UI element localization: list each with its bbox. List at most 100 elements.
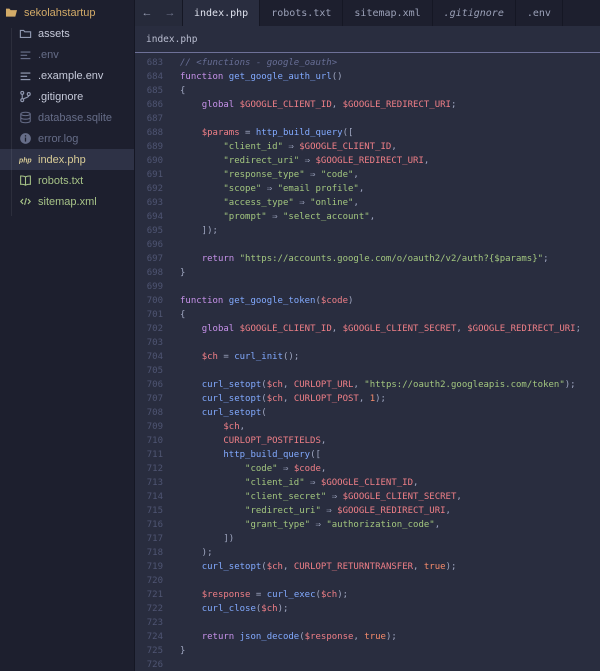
code-line-689[interactable]: 689 "client_id" ⇒ $GOOGLE_CLIENT_ID, [135,140,600,154]
line-number: 698 [146,268,163,278]
code-line-684[interactable]: 684 function get_google_auth_url() [135,70,600,84]
breadcrumb[interactable]: index.php [135,26,600,53]
code-line-691[interactable]: 691 "response_type" ⇒ "code", [135,168,600,182]
code-line-716[interactable]: 716 "grant_type" ⇒ "authorization_code", [135,518,600,532]
code-line-710[interactable]: 710 CURLOPT_POSTFIELDS, [135,434,600,448]
code-line-720[interactable]: 720 [135,574,600,588]
tab-index-php[interactable]: index.php [183,0,261,26]
line-number: 700 [146,296,163,306]
sidebar-item-database-sqlite[interactable]: database.sqlite [0,107,134,128]
file-label: database.sqlite [38,111,112,124]
code-text: "response_type" ⇒ "code", [223,170,359,180]
sidebar-item-assets[interactable]: assets [0,23,134,44]
code-line-712[interactable]: 712 "code" ⇒ $code, [135,462,600,476]
code-text: $response = curl_exec($ch); [201,590,349,600]
code-line-699[interactable]: 699 [135,280,600,294]
code-text: "code" ⇒ $code, [245,464,327,474]
tab-gitignore[interactable]: .gitignore [433,0,516,26]
code-line-709[interactable]: 709 $ch, [135,420,600,434]
code-line-685[interactable]: 685 { [135,84,600,98]
php-icon: php [19,153,32,166]
line-number: 709 [146,422,163,432]
sidebar-item-root-folder[interactable]: sekolahstartup [0,2,134,23]
code-line-703[interactable]: 703 [135,336,600,350]
sidebar-item-env[interactable]: .env [0,44,134,65]
tab-sitemap-xml[interactable]: sitemap.xml [343,0,433,26]
line-number: 720 [146,576,163,586]
code-line-713[interactable]: 713 "client_id" ⇒ $GOOGLE_CLIENT_ID, [135,476,600,490]
code-line-715[interactable]: 715 "redirect_uri" ⇒ $GOOGLE_REDIRECT_UR… [135,504,600,518]
line-number: 702 [146,324,163,334]
code-line-721[interactable]: 721 $response = curl_exec($ch); [135,588,600,602]
code-line-711[interactable]: 711 http_build_query([ [135,448,600,462]
code-line-697[interactable]: 697 return "https://accounts.google.com/… [135,252,600,266]
code-line-701[interactable]: 701 { [135,308,600,322]
code-line-702[interactable]: 702 global $GOOGLE_CLIENT_ID, $GOOGLE_CL… [135,322,600,336]
app-window: sekolahstartup assets .env .example.env .gi… [0,0,600,671]
line-number: 693 [146,198,163,208]
code-line-688[interactable]: 688 $params = http_build_query([ [135,126,600,140]
code-text: "redirect_uri" ⇒ $GOOGLE_REDIRECT_URI, [245,506,451,516]
database-icon [19,111,32,124]
line-number: 694 [146,212,163,222]
line-number: 718 [146,548,163,558]
code-line-708[interactable]: 708 curl_setopt( [135,406,600,420]
sidebar-item-robots-txt[interactable]: robots.txt [0,170,134,191]
git-branch-icon [19,90,32,103]
code-line-696[interactable]: 696 [135,238,600,252]
forward-arrow-icon[interactable]: → [165,7,176,19]
tab-env[interactable]: .env [516,0,563,26]
code-text: } [180,646,186,656]
line-number: 721 [146,590,163,600]
file-label: index.php [38,153,86,166]
line-number: 684 [146,72,163,82]
code-text: global $GOOGLE_CLIENT_ID, $GOOGLE_REDIRE… [201,100,457,110]
code-line-714[interactable]: 714 "client_secret" ⇒ $GOOGLE_CLIENT_SEC… [135,490,600,504]
code-line-690[interactable]: 690 "redirect_uri" ⇒ $GOOGLE_REDIRECT_UR… [135,154,600,168]
line-number: 714 [146,492,163,502]
code-line-719[interactable]: 719 curl_setopt($ch, CURLOPT_RETURNTRANS… [135,560,600,574]
sidebar-item-error-log[interactable]: error.log [0,128,134,149]
code-line-707[interactable]: 707 curl_setopt($ch, CURLOPT_POST, 1); [135,392,600,406]
code-text: global $GOOGLE_CLIENT_ID, $GOOGLE_CLIENT… [201,324,582,334]
sidebar-item-gitignore[interactable]: .gitignore [0,86,134,107]
code-line-687[interactable]: 687 [135,112,600,126]
code-text: CURLOPT_POSTFIELDS, [223,436,327,446]
line-number: 701 [146,310,163,320]
line-number: 703 [146,338,163,348]
line-number: 686 [146,100,163,110]
code-line-683[interactable]: 683 // <functions - google_oauth> [135,56,600,70]
code-line-694[interactable]: 694 "prompt" ⇒ "select_account", [135,210,600,224]
breadcrumb-path: index.php [146,33,198,45]
code-editor[interactable]: 683 // <functions - google_oauth> 684 funct… [135,53,600,671]
code-line-722[interactable]: 722 curl_close($ch); [135,602,600,616]
code-text: "scope" ⇒ "email profile", [223,184,365,194]
code-line-700[interactable]: 700 function get_google_token($code) [135,294,600,308]
code-line-692[interactable]: 692 "scope" ⇒ "email profile", [135,182,600,196]
sidebar-item-example-env[interactable]: .example.env [0,65,134,86]
sidebar-item-index-php[interactable]: php index.php [0,149,134,170]
line-number: 708 [146,408,163,418]
back-arrow-icon[interactable]: ← [142,7,153,19]
line-number: 705 [146,366,163,376]
code-line-717[interactable]: 717 ]) [135,532,600,546]
code-line-723[interactable]: 723 [135,616,600,630]
code-line-724[interactable]: 724 return json_decode($response, true); [135,630,600,644]
code-line-725[interactable]: 725} [135,644,600,658]
code-line-705[interactable]: 705 [135,364,600,378]
code-text: "redirect_uri" ⇒ $GOOGLE_REDIRECT_URI, [223,156,430,166]
code-line-718[interactable]: 718 ); [135,546,600,560]
code-line-706[interactable]: 706 curl_setopt($ch, CURLOPT_URL, "https… [135,378,600,392]
code-line-704[interactable]: 704 $ch = curl_init(); [135,350,600,364]
file-tree: assets .env .example.env .gitignore database… [0,23,134,212]
tab-robots-txt[interactable]: robots.txt [260,0,344,26]
code-line-686[interactable]: 686 global $GOOGLE_CLIENT_ID, $GOOGLE_RE… [135,98,600,112]
code-line-726[interactable]: 726 [135,658,600,671]
code-line-693[interactable]: 693 "access_type" ⇒ "online", [135,196,600,210]
sidebar-item-sitemap-xml[interactable]: sitemap.xml [0,191,134,212]
code-line-695[interactable]: 695 ]); [135,224,600,238]
code-line-698[interactable]: 698} [135,266,600,280]
code-text: ]) [180,534,235,544]
